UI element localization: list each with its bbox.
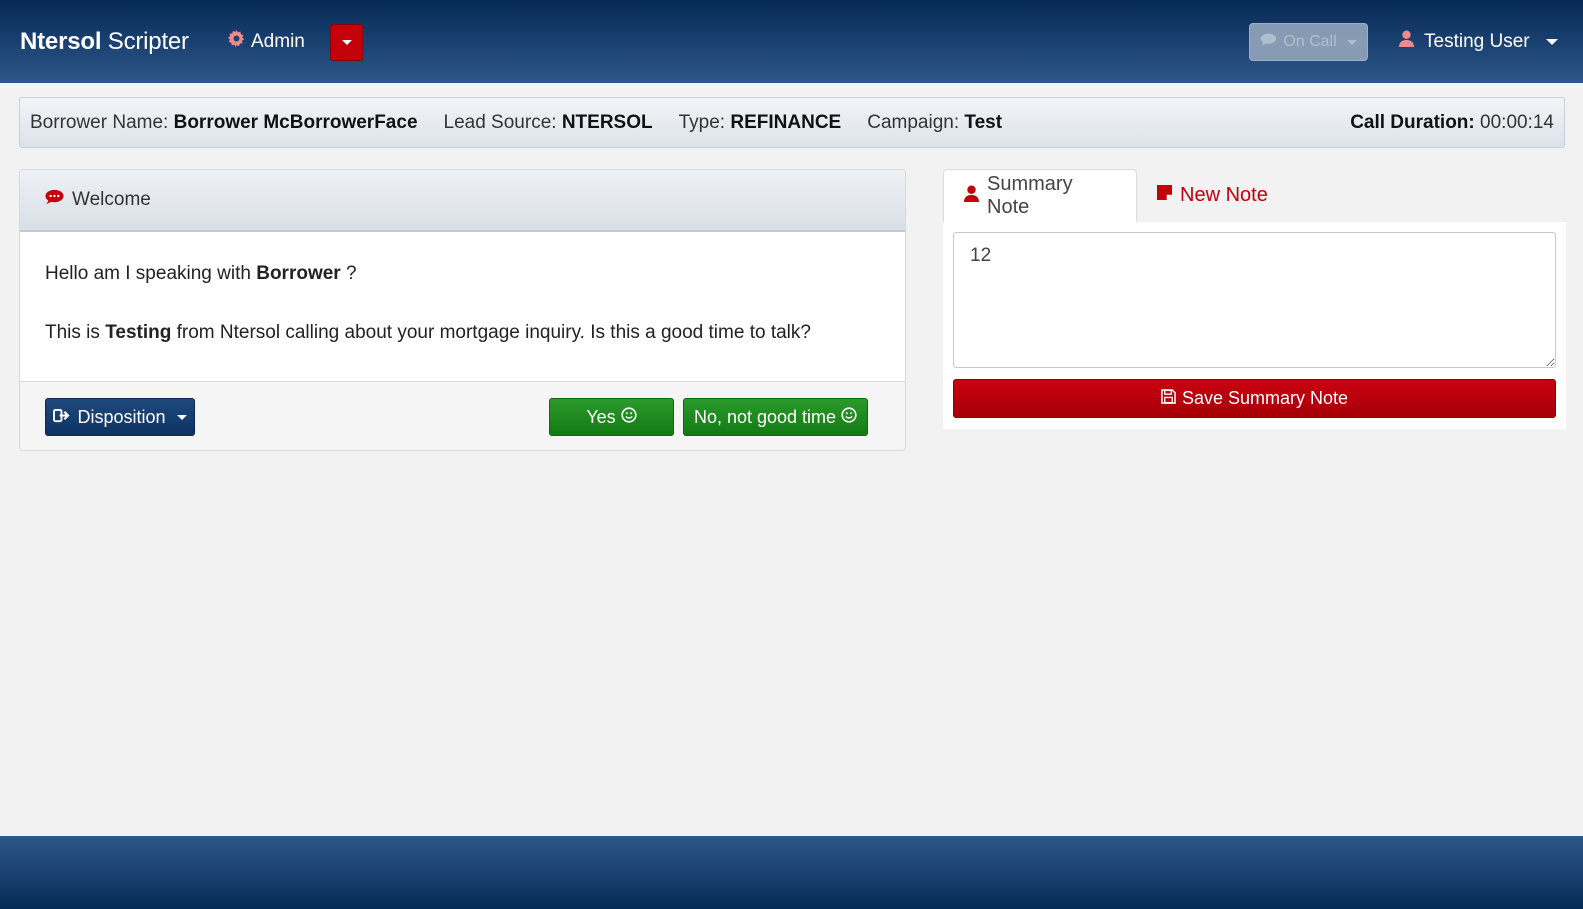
script-panel-footer: Disposition Yes No, not good time xyxy=(20,381,905,450)
script-panel-body: Hello am I speaking with Borrower ? This… xyxy=(20,232,905,381)
save-summary-label: Save Summary Note xyxy=(1181,388,1349,408)
user-name: Testing User xyxy=(1424,30,1530,52)
not-good-time-button[interactable]: No, not good time xyxy=(683,398,868,436)
lead-source-info: Lead Source: NTERSOL xyxy=(444,112,653,134)
call-duration-info: Call Duration: 00:00:14 xyxy=(1350,112,1554,134)
borrower-label: Borrower Name: xyxy=(30,111,169,133)
chat-icon xyxy=(1260,32,1277,52)
admin-menu-link[interactable]: Admin xyxy=(228,30,305,53)
campaign-value: Test xyxy=(964,111,1003,133)
user-menu[interactable]: Testing User xyxy=(1399,30,1558,53)
borrower-info: Borrower Name: Borrower McBorrowerFace xyxy=(30,112,418,134)
floppy-disk-icon xyxy=(1161,388,1176,409)
comments-icon xyxy=(45,189,64,211)
not-good-time-label: No, not good time xyxy=(693,406,837,427)
tab-new-note[interactable]: New Note xyxy=(1137,169,1288,222)
gear-icon xyxy=(228,30,245,53)
call-duration-value: 00:00:14 xyxy=(1480,111,1554,133)
caret-down-icon xyxy=(341,40,352,45)
admin-dropdown-toggle[interactable] xyxy=(330,24,363,61)
save-summary-note-button[interactable]: Save Summary Note xyxy=(953,379,1556,418)
sticky-note-icon xyxy=(1157,184,1172,207)
script-panel-title: Welcome xyxy=(72,189,151,210)
notes-tabs: Summary Note New Note xyxy=(943,169,1288,222)
borrower-first-name: Borrower xyxy=(256,263,341,284)
greeting-question-mark: ? xyxy=(345,263,357,284)
type-value: REFINANCE xyxy=(730,111,842,133)
top-navbar: Ntersol Scripter Admin On Call Testing U… xyxy=(0,0,1583,83)
user-icon xyxy=(964,185,979,208)
type-info: Type: REFINANCE xyxy=(679,112,842,134)
yes-label: Yes xyxy=(586,406,616,427)
page-footer xyxy=(0,836,1583,909)
caret-down-icon xyxy=(1545,38,1558,45)
script-line-intro: This is Testing from Ntersol calling abo… xyxy=(45,323,880,342)
app-brand[interactable]: Ntersol Scripter xyxy=(20,28,189,56)
admin-label: Admin xyxy=(251,30,305,52)
sign-out-icon xyxy=(53,407,70,428)
caret-down-icon xyxy=(1346,39,1357,45)
lead-source-value: NTERSOL xyxy=(561,111,653,133)
campaign-info: Campaign: Test xyxy=(867,112,1002,134)
tab-new-label: New Note xyxy=(1180,184,1268,206)
yes-button[interactable]: Yes xyxy=(549,398,674,436)
smile-icon xyxy=(841,406,857,428)
tab-summary-note[interactable]: Summary Note xyxy=(943,169,1137,222)
brand-product: Scripter xyxy=(107,28,189,55)
intro-text-end: from Ntersol calling about your mortgage… xyxy=(176,322,811,343)
smile-icon xyxy=(621,406,637,428)
script-line-greeting: Hello am I speaking with Borrower ? xyxy=(45,264,880,283)
on-call-button[interactable]: On Call xyxy=(1249,23,1368,61)
type-label: Type: xyxy=(678,111,726,133)
disposition-label: Disposition xyxy=(77,406,166,427)
script-panel: Welcome Hello am I speaking with Borrowe… xyxy=(19,169,906,451)
borrower-value: Borrower McBorrowerFace xyxy=(173,111,418,133)
summary-note-textarea[interactable]: 12 xyxy=(953,232,1556,368)
script-panel-header: Welcome xyxy=(20,170,905,232)
user-icon xyxy=(1399,30,1414,53)
greeting-text: Hello am I speaking with xyxy=(45,263,251,284)
summary-note-pane: 12 Save Summary Note xyxy=(943,222,1566,429)
on-call-label: On Call xyxy=(1283,33,1337,50)
agent-name: Testing xyxy=(105,322,172,343)
brand-name: Ntersol xyxy=(20,28,102,55)
intro-text-start: This is xyxy=(45,322,100,343)
lead-source-label: Lead Source: xyxy=(443,111,557,133)
call-info-bar: Borrower Name: Borrower McBorrowerFace L… xyxy=(19,97,1565,148)
campaign-label: Campaign: xyxy=(867,111,960,133)
tab-summary-label: Summary Note xyxy=(987,173,1073,218)
disposition-button[interactable]: Disposition xyxy=(45,398,195,436)
caret-down-icon xyxy=(176,414,187,420)
call-duration-label: Call Duration: xyxy=(1350,111,1475,133)
